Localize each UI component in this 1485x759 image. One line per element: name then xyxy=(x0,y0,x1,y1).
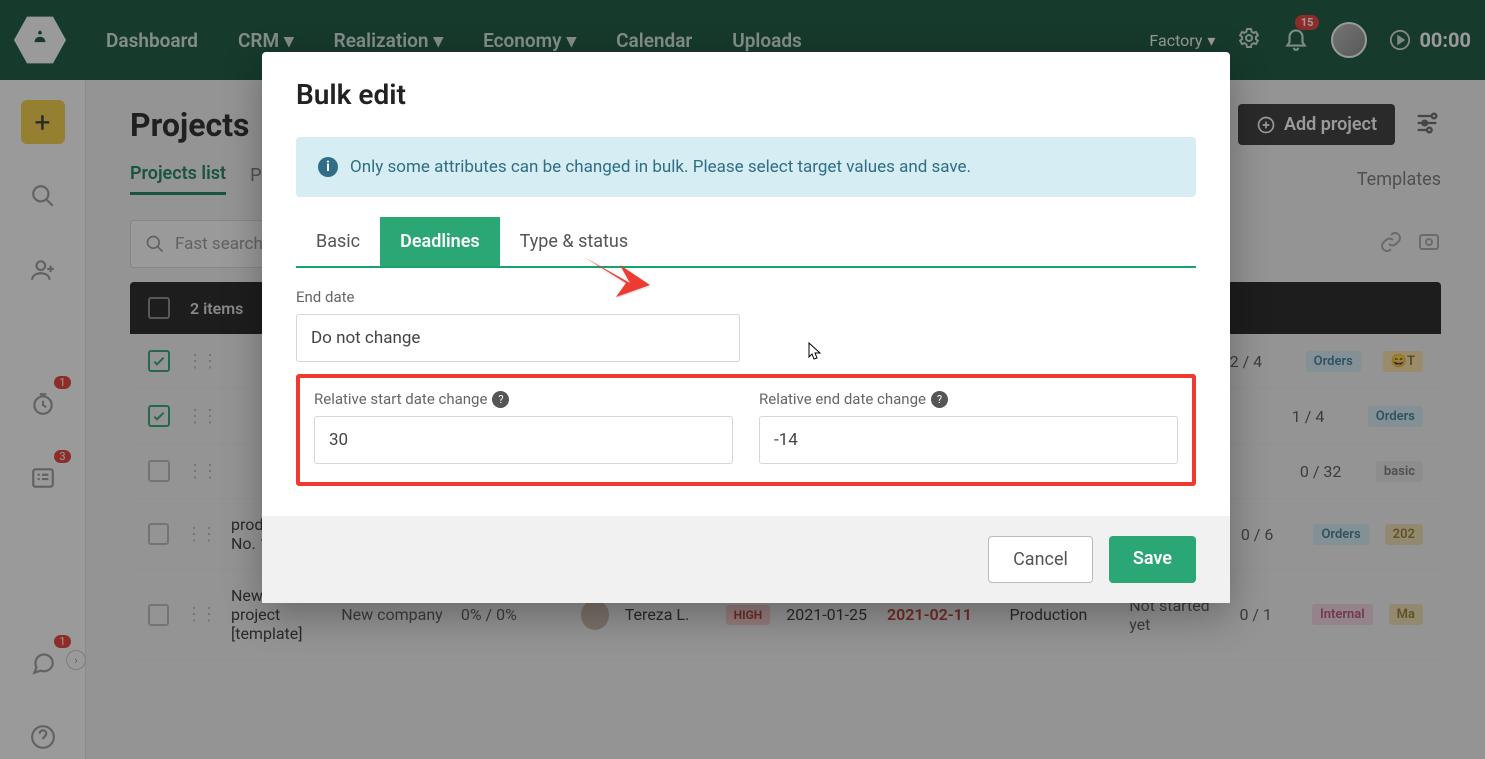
modal-tabs: Basic Deadlines Type & status xyxy=(296,217,1196,268)
bulk-edit-modal: Bulk edit i Only some attributes can be … xyxy=(262,52,1230,603)
close-button[interactable] xyxy=(1172,80,1196,110)
relative-start-label: Relative start date change ? xyxy=(314,390,733,408)
cancel-button[interactable]: Cancel xyxy=(988,536,1093,583)
help-icon[interactable]: ? xyxy=(931,391,948,408)
save-button[interactable]: Save xyxy=(1109,536,1196,583)
info-icon: i xyxy=(318,157,338,177)
end-date-label: End date xyxy=(296,288,1196,306)
relative-end-label: Relative end date change ? xyxy=(759,390,1178,408)
info-banner: i Only some attributes can be changed in… xyxy=(296,137,1196,197)
info-text: Only some attributes can be changed in b… xyxy=(350,157,971,177)
tab-deadlines[interactable]: Deadlines xyxy=(380,217,500,266)
close-icon xyxy=(1172,80,1196,104)
annotation-highlight: Relative start date change ? Relative en… xyxy=(296,374,1196,486)
tab-type-status[interactable]: Type & status xyxy=(500,217,648,266)
end-date-input[interactable] xyxy=(296,314,740,362)
relative-end-input[interactable] xyxy=(759,416,1178,464)
help-icon[interactable]: ? xyxy=(492,391,509,408)
modal-title: Bulk edit xyxy=(296,78,406,111)
relative-start-input[interactable] xyxy=(314,416,733,464)
tab-basic[interactable]: Basic xyxy=(296,217,380,266)
